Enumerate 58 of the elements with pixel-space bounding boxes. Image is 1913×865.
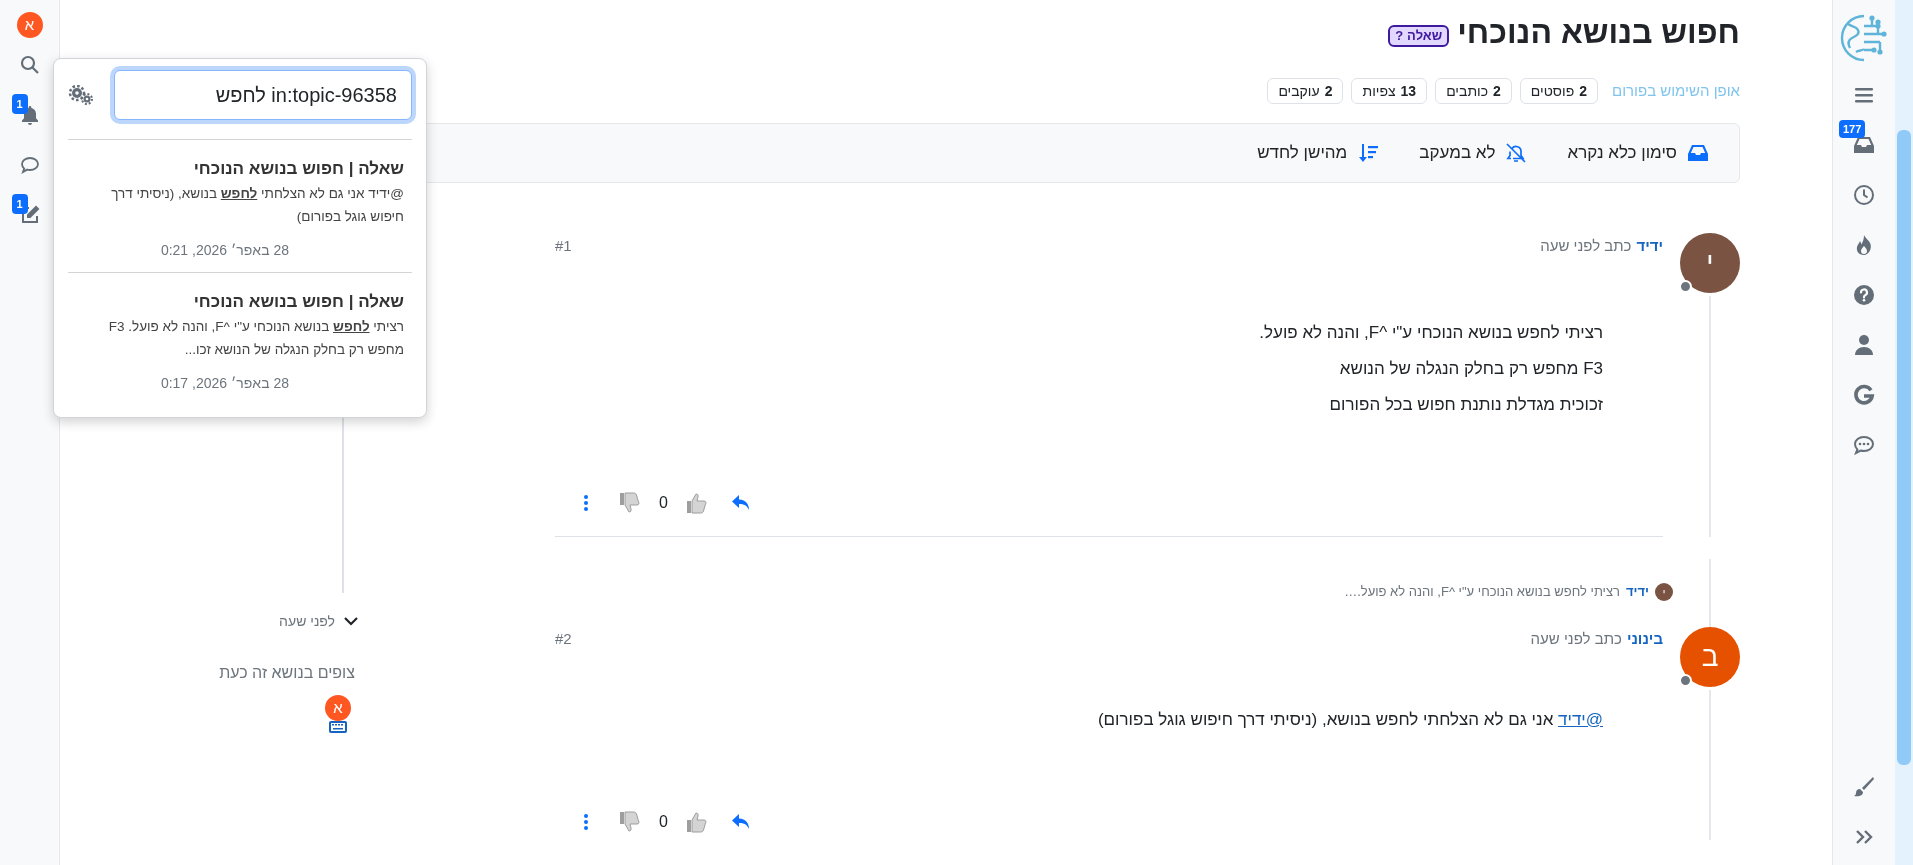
- keyboard-icon: [328, 720, 348, 734]
- topic-title: חפוש בנושא הנוכחי: [1457, 13, 1740, 52]
- reply-excerpt: רציתי לחפש בנושא הנוכחי ע"י ^F, והנה לא פועל.…: [1344, 583, 1620, 602]
- inbox-icon: [1687, 144, 1709, 162]
- result-date: 28 באפר׳ 2026, 0:17: [159, 374, 289, 393]
- bell-slash-icon: [1505, 143, 1528, 163]
- fire-icon[interactable]: [1855, 234, 1873, 256]
- post-text: זכוכית מגדלת נותנת חפוש בכל הפורום: [1328, 394, 1603, 416]
- post-number[interactable]: #1: [555, 234, 572, 258]
- sort-icon: [1357, 143, 1380, 163]
- user-avatar[interactable]: י: [1655, 583, 1673, 601]
- count-badge: 177: [1839, 120, 1866, 138]
- comment-icon[interactable]: [1853, 435, 1875, 455]
- scrollbar[interactable]: [1895, 0, 1913, 865]
- toolbar-button[interactable]: סימון כלא נקרא: [1567, 140, 1709, 166]
- question-icon[interactable]: [1853, 284, 1875, 306]
- result-date: 28 באפר׳ 2026, 0:21: [159, 241, 289, 260]
- post-time: כתב לפני שעה: [1540, 235, 1632, 256]
- search-icon[interactable]: [19, 55, 40, 75]
- user-avatar[interactable]: א: [16, 12, 43, 38]
- brush-icon[interactable]: [1853, 776, 1875, 798]
- result-title: שאלה | חפוש בנושא הנוכחי: [192, 158, 404, 180]
- toolbar-button[interactable]: לא במעקב: [1419, 140, 1528, 166]
- search-result[interactable]: שאלה | חפוש בנושא הנוכחי @ידיד אני גם לא הצלחתי לחפש בנושא, (ניסיתי דרך חיפוש גוגל בפורום) 28 באפר׳ 2026, 0:21: [68, 139, 412, 260]
- count-badge: 1: [11, 94, 28, 114]
- author-link[interactable]: ידיד: [1626, 582, 1649, 602]
- inbox-icon[interactable]: [1853, 136, 1875, 154]
- user-icon[interactable]: [1854, 334, 1874, 356]
- menu-icon[interactable]: [1854, 86, 1874, 104]
- chevron-down-icon[interactable]: [343, 615, 359, 627]
- post-text: רציתי לחפש בנושא הנוכחי ע"י ^F, והנה לא פועל.: [1258, 322, 1603, 344]
- user-avatar[interactable]: א: [325, 695, 351, 721]
- mention-link[interactable]: @ידיד: [1558, 710, 1603, 729]
- watchers-title: צופים בנושא זה כעת: [218, 663, 355, 681]
- author-link[interactable]: ידיד: [1636, 234, 1663, 258]
- count-badge: 1: [11, 194, 28, 214]
- author-link[interactable]: בינוני: [1626, 627, 1663, 651]
- topic-tag[interactable]: שאלה ?: [1388, 25, 1450, 47]
- timeline-date: לפני שעה: [279, 611, 335, 631]
- user-avatar[interactable]: י: [1680, 233, 1740, 293]
- post-time: כתב לפני שעה: [1530, 628, 1622, 649]
- vote-count: 0: [659, 812, 668, 832]
- post-text: @ידיד אני גם לא הצלחתי לחפש בנושא, (ניסיתי דרך חיפוש גוגל בפורום): [1096, 709, 1603, 731]
- search-result[interactable]: שאלה | חפוש בנושא הנוכחי רציתי לחפש בנושא הנוכחי ע"י ^F, והנה לא פועל. F3 מחפש רק בחלק הנגלה של הנושא זכו... 28 באפר׳ 2026, 0:17: [68, 272, 412, 393]
- chat-icon[interactable]: [19, 155, 40, 175]
- chevrons-icon[interactable]: [1854, 828, 1874, 846]
- google-g-icon[interactable]: [1853, 384, 1875, 406]
- result-title: שאלה | חפוש בנושא הנוכחי: [192, 291, 404, 313]
- result-snippet: @ידיד אני גם לא הצלחתי לחפש בנושא, (ניסיתי דרך חיפוש גוגל בפורום): [110, 185, 404, 226]
- post-text: F3 מחפש רק בחלק הנגלה של הנושא: [1338, 358, 1603, 380]
- toolbar-button[interactable]: מהישן לחדש: [1257, 140, 1380, 166]
- vote-count: 0: [659, 493, 668, 513]
- search-field[interactable]: in:topic-96358 לחפש: [114, 70, 412, 120]
- clock-icon[interactable]: [1853, 184, 1875, 206]
- result-snippet: רציתי לחפש בנושא הנוכחי ע"י ^F, והנה לא פועל. F3 מחפש רק בחלק הנגלה של הנושא זכו...: [107, 318, 404, 359]
- user-avatar[interactable]: ב: [1680, 627, 1740, 687]
- post-number[interactable]: #2: [555, 627, 572, 651]
- gears-icon[interactable]: [68, 85, 94, 105]
